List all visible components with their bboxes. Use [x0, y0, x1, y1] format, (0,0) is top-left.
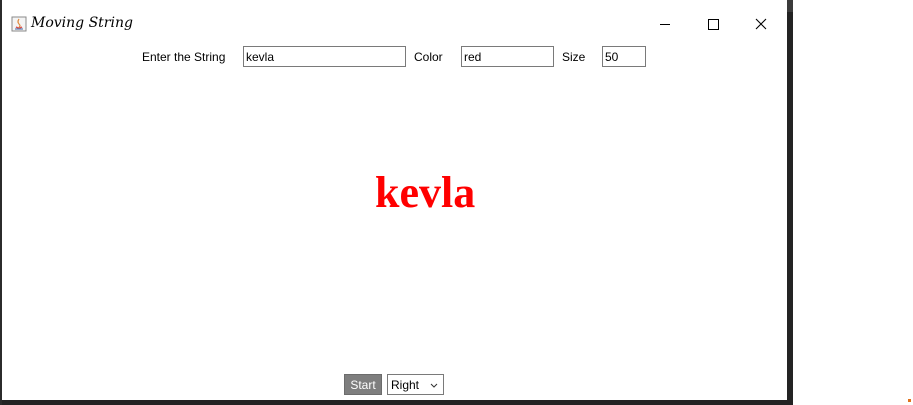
- window-title: Moving String: [31, 15, 133, 31]
- minimize-icon: [660, 23, 670, 25]
- string-input[interactable]: [243, 46, 406, 67]
- maximize-icon: [707, 18, 719, 30]
- maximize-button[interactable]: [690, 8, 736, 40]
- window-left-border: [0, 0, 2, 405]
- direction-select[interactable]: Right: [387, 374, 444, 395]
- string-label: Enter the String: [142, 50, 226, 64]
- minimize-button[interactable]: [642, 8, 688, 40]
- size-label: Size: [562, 50, 586, 64]
- close-icon: [755, 18, 767, 30]
- java-icon: [11, 16, 27, 32]
- desktop: Moving String Enter the String Color Siz…: [0, 0, 913, 405]
- window-right-border: [787, 0, 793, 12]
- chevron-down-icon: [430, 383, 438, 388]
- app-window: Moving String Enter the String Color Siz…: [0, 0, 793, 405]
- start-button[interactable]: Start: [344, 374, 382, 395]
- direction-selected-value: Right: [391, 377, 420, 392]
- color-input[interactable]: [461, 46, 554, 67]
- title-bar[interactable]: Moving String: [2, 0, 787, 44]
- moving-string-text: kevla: [375, 168, 476, 217]
- size-input[interactable]: [602, 46, 646, 67]
- close-button[interactable]: [738, 8, 784, 40]
- color-label: Color: [414, 50, 443, 64]
- background-dot: [908, 399, 911, 402]
